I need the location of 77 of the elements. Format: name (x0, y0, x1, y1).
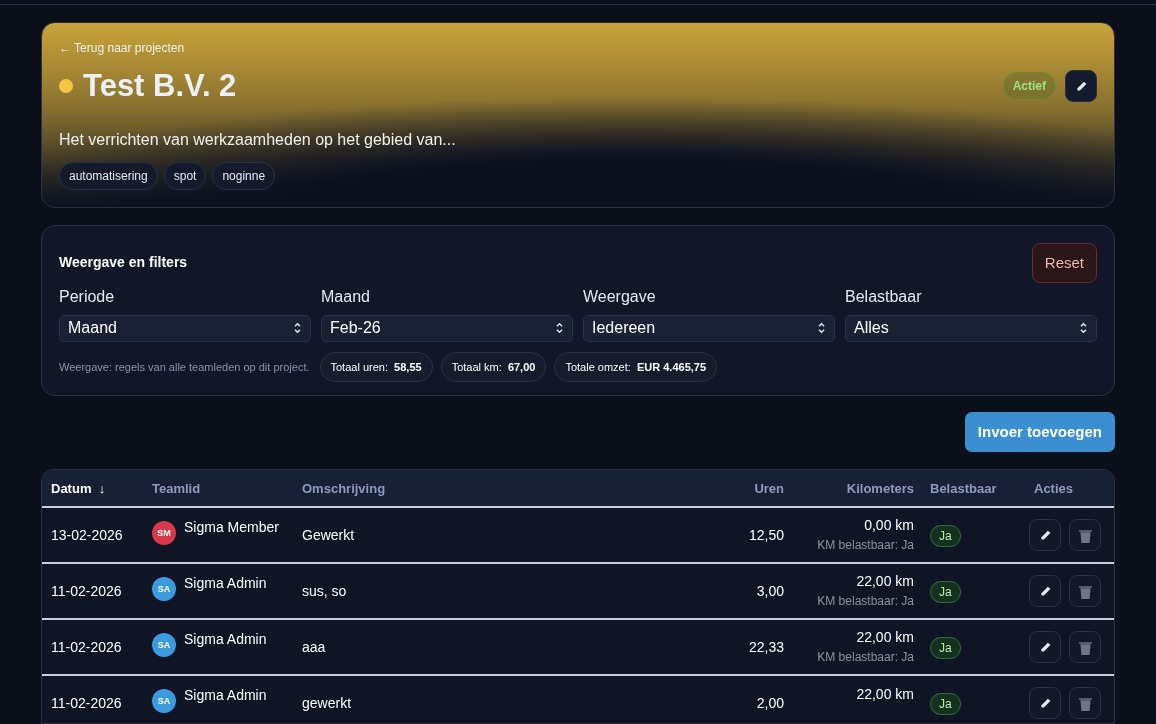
edit-button[interactable] (1029, 631, 1061, 664)
delete-button[interactable] (1069, 631, 1101, 664)
column-header[interactable]: Kilometers (784, 478, 914, 498)
project-title: Test B.V. 2 (83, 66, 237, 105)
filters-title: Weergave en filters (59, 253, 188, 273)
field-label: Weergave (583, 286, 657, 307)
table-cell-text: 11-02-2026 (50, 637, 123, 657)
column-header[interactable]: Uren (674, 478, 784, 498)
pencil-icon (1038, 696, 1052, 710)
taxable-badge: Ja (930, 692, 961, 715)
column-header[interactable]: Acties (1014, 478, 1114, 498)
member-name: Sigma Member (184, 518, 279, 538)
field-label: Belastbaar (845, 286, 923, 307)
km-note: KM belastbaar: Ja (817, 536, 914, 554)
total-pill: Totale omzet: EUR 4.465,75 (554, 351, 718, 383)
pencil-icon (1038, 640, 1052, 654)
member-name: Sigma Admin (184, 630, 267, 650)
select-field[interactable]: Maand (59, 314, 311, 342)
filter-note: Weergave: regels van alle teamleden op dit project. (59, 359, 310, 375)
chevron-updown-icon (817, 322, 826, 335)
taxable-badge: Ja (930, 580, 961, 603)
project-description: Het verrichten van werkzaamheden op het gebied van... (59, 130, 457, 150)
edit-button[interactable] (1029, 519, 1061, 552)
table-cell-text: 13-02-2026 (50, 525, 124, 545)
table-cell-text: Gewerkt (302, 525, 356, 545)
table-cell-text: 22,00 km (856, 684, 914, 704)
avatar: SA (152, 633, 176, 658)
table-cell-text: 0,00 km (864, 515, 914, 535)
table-cell-text: gewerkt (302, 693, 353, 713)
column-header[interactable]: Belastbaar (914, 478, 1014, 498)
tag: noginne (212, 162, 276, 190)
edit-button[interactable] (1065, 70, 1097, 102)
total-pill: Totaal km: 67,00 (440, 351, 547, 383)
delete-button[interactable] (1069, 687, 1101, 720)
chevron-updown-icon (293, 322, 302, 335)
table-cell-text: sus, so (302, 581, 348, 601)
table-cell-text: 11-02-2026 (50, 693, 123, 713)
column-header[interactable]: Datum ↓ (42, 478, 152, 498)
total-pill: Totaal uren: 58,55 (319, 351, 433, 383)
reset-button[interactable]: Reset (1031, 242, 1097, 283)
km-note: KM belastbaar: Ja (817, 648, 914, 666)
avatar: SM (152, 521, 176, 546)
chevron-updown-icon (555, 322, 564, 335)
avatar: SA (152, 577, 176, 602)
table-cell-text: 22,00 km (856, 627, 914, 647)
table-cell-text: 2,00 (755, 693, 784, 713)
add-entry-button[interactable]: Invoer toevoegen (964, 412, 1115, 453)
select-field[interactable]: Alles (845, 314, 1097, 342)
member-name: Sigma Admin (184, 574, 267, 594)
table-cell-text: 3,00 (755, 581, 784, 601)
pencil-icon (1038, 528, 1052, 542)
table-cell-text: 22,33 (747, 637, 784, 657)
column-header[interactable]: Omschrijving (302, 478, 674, 498)
column-header[interactable]: Teamlid (152, 478, 302, 498)
chevron-updown-icon (1079, 322, 1088, 335)
edit-button[interactable] (1029, 575, 1061, 608)
pencil-icon (1038, 584, 1052, 598)
field-label: Maand (321, 286, 371, 307)
taxable-badge: Ja (930, 636, 961, 659)
avatar: SA (152, 689, 176, 714)
km-note: KM belastbaar: Ja (817, 592, 914, 610)
table-cell-text: aaa (302, 637, 327, 657)
table-cell-text: 11-02-2026 (50, 581, 123, 601)
member-name: Sigma Admin (184, 686, 267, 706)
table-cell-text: 12,50 (747, 525, 784, 545)
delete-button[interactable] (1069, 519, 1101, 552)
taxable-badge: Ja (930, 524, 961, 547)
select-field[interactable]: Feb-26 (321, 314, 573, 342)
table-cell-text: 22,00 km (856, 571, 914, 591)
field-label: Periode (59, 286, 116, 307)
tag: spot (163, 162, 207, 190)
pencil-icon (1074, 79, 1088, 93)
select-field[interactable]: Iedereen (583, 314, 835, 342)
tag: automatisering (59, 162, 158, 190)
edit-button[interactable] (1029, 687, 1061, 720)
delete-button[interactable] (1069, 575, 1101, 608)
status-badge: Actief (1002, 72, 1056, 100)
